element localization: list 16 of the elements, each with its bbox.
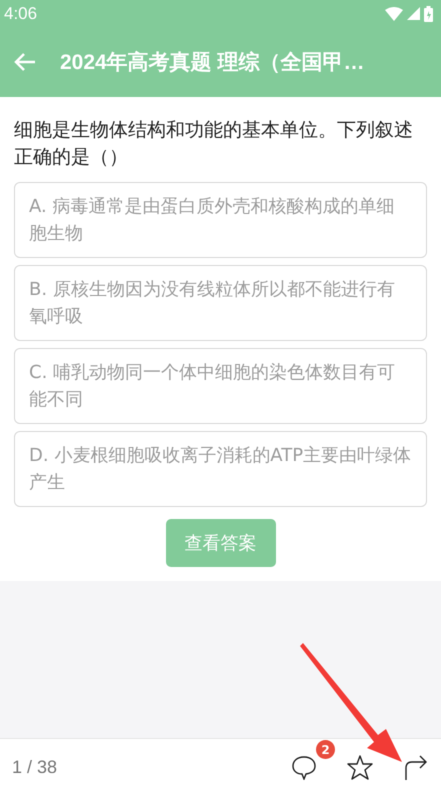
battery-icon — [424, 6, 433, 22]
view-answer-button[interactable]: 查看答案 — [166, 519, 276, 567]
answer-option[interactable]: C. 哺乳动物同一个体中细胞的染色体数目有可能不同 — [14, 348, 427, 424]
page-title: 2024年高考真题 理综（全国甲… — [60, 50, 365, 76]
question-text: 细胞是生物体结构和功能的基本单位。下列叙述正确的是（） — [14, 118, 414, 170]
comment-icon[interactable] — [291, 754, 317, 780]
status-time: 4:06 — [4, 4, 38, 24]
wifi-icon — [385, 6, 403, 20]
answer-option[interactable]: B. 原核生物因为没有线粒体所以都不能进行有氧呼吸 — [14, 265, 427, 341]
star-icon[interactable] — [347, 754, 373, 780]
answer-option[interactable]: D. 小麦根细胞吸收离子消耗的ATP主要由叶绿体产生 — [14, 431, 427, 507]
answer-option[interactable]: A. 病毒通常是由蛋白质外壳和核酸构成的单细胞生物 — [14, 182, 427, 258]
comment-count-badge: 2 — [316, 740, 335, 759]
signal-icon — [407, 7, 420, 20]
share-icon[interactable] — [403, 754, 429, 780]
page-counter: 1 / 38 — [12, 756, 58, 778]
